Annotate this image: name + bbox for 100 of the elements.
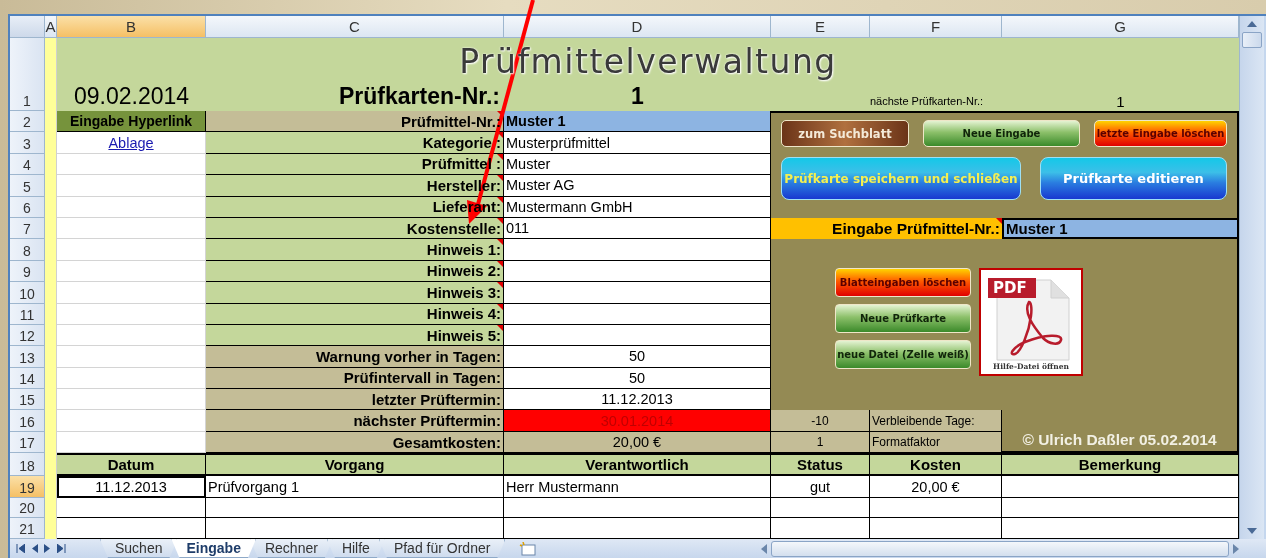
- row-header[interactable]: 11: [10, 303, 45, 325]
- column-header[interactable]: G: [1002, 16, 1239, 38]
- row-header[interactable]: 12: [10, 324, 45, 347]
- table-cell[interactable]: [206, 498, 504, 519]
- last-sheet-icon[interactable]: [57, 544, 66, 554]
- row-header[interactable]: 17: [10, 431, 45, 454]
- column-header[interactable]: B: [57, 16, 206, 38]
- table-cell[interactable]: [57, 518, 206, 540]
- previous-sheet-icon[interactable]: [31, 544, 38, 554]
- field-value[interactable]: [504, 303, 771, 325]
- field-value[interactable]: 50: [504, 346, 771, 368]
- macro-button[interactable]: neue Datei (Zelle weiß): [835, 340, 971, 370]
- remaining-label: Verbleibende Tage:: [870, 410, 1002, 432]
- row-header[interactable]: 7: [10, 217, 45, 240]
- field-label: Gesamtkosten:: [206, 431, 504, 454]
- row-header[interactable]: 9: [10, 260, 45, 283]
- copyright-text: © Ulrich Daßler 05.02.2014: [1002, 410, 1239, 454]
- row-header[interactable]: 21: [10, 518, 45, 540]
- pdf-badge: PDF: [988, 278, 1036, 299]
- column-header[interactable]: D: [504, 16, 771, 38]
- field-value[interactable]: 20,00 €: [504, 431, 771, 454]
- column-header[interactable]: E: [771, 16, 870, 38]
- table-cell[interactable]: [1002, 518, 1239, 540]
- field-label: Hinweis 3:: [206, 282, 504, 304]
- column-header[interactable]: F: [870, 16, 1002, 38]
- field-value[interactable]: 011: [504, 217, 771, 240]
- field-value[interactable]: Muster: [504, 153, 771, 176]
- row-header[interactable]: 5: [10, 175, 45, 197]
- hyperlink-heading: Eingabe Hyperlink: [57, 111, 206, 133]
- row-header[interactable]: 6: [10, 196, 45, 218]
- scroll-up-icon[interactable]: [1247, 21, 1257, 27]
- lookup-label: Eingabe Prüfmittel-Nr.:: [771, 217, 1002, 240]
- row-header[interactable]: 10: [10, 282, 45, 304]
- table-cell[interactable]: [1002, 476, 1239, 499]
- field-value[interactable]: Mustermann GmbH: [504, 196, 771, 218]
- table-cell[interactable]: [57, 498, 206, 519]
- remaining-value: 1: [771, 431, 870, 454]
- row-header[interactable]: 14: [10, 367, 45, 390]
- field-value[interactable]: Muster 1: [504, 111, 771, 133]
- scroll-right-icon[interactable]: [1233, 543, 1240, 554]
- row-header[interactable]: 19: [10, 476, 45, 499]
- macro-button[interactable]: letzte Eingabe löschen: [1094, 120, 1227, 147]
- table-cell[interactable]: Prüfvorgang 1: [206, 476, 504, 499]
- scroll-left-icon[interactable]: [760, 543, 767, 554]
- sheet-tab[interactable]: Eingabe: [171, 539, 256, 558]
- field-value[interactable]: [504, 282, 771, 304]
- column-heading: Bemerkung: [1002, 453, 1239, 477]
- first-sheet-icon[interactable]: [16, 544, 25, 554]
- row-header[interactable]: 3: [10, 132, 45, 154]
- row-header[interactable]: 16: [10, 410, 45, 432]
- table-cell[interactable]: [870, 498, 1002, 519]
- column-heading: Status: [771, 453, 870, 477]
- scroll-thumb[interactable]: [1242, 32, 1262, 48]
- row-header[interactable]: 8: [10, 239, 45, 261]
- field-label: Warnung vorher in Tagen:: [206, 346, 504, 368]
- column-heading: Verantwortlich: [504, 453, 771, 477]
- table-cell[interactable]: [504, 498, 771, 519]
- macro-button[interactable]: Neue Eingabe: [923, 120, 1080, 147]
- next-card-number-value: 1: [1116, 93, 1125, 111]
- sheet-tab[interactable]: Pfad für Ordner: [378, 539, 506, 558]
- table-cell[interactable]: [504, 518, 771, 540]
- row-header[interactable]: 20: [10, 498, 45, 519]
- lookup-field[interactable]: Muster 1: [1002, 217, 1239, 240]
- field-value[interactable]: [504, 239, 771, 261]
- field-value[interactable]: 11.12.2013: [504, 389, 771, 411]
- row-header[interactable]: 4: [10, 153, 45, 176]
- row-header[interactable]: 1: [10, 38, 45, 111]
- macro-button[interactable]: Blatteingaben löschen: [835, 268, 971, 298]
- table-cell[interactable]: 20,00 €: [870, 476, 1002, 499]
- column-heading: Datum: [57, 453, 206, 477]
- field-value[interactable]: [504, 324, 771, 347]
- macro-button[interactable]: zum Suchblatt: [781, 120, 909, 147]
- table-cell[interactable]: Herr Mustermann: [504, 476, 771, 499]
- next-sheet-icon[interactable]: [44, 544, 51, 554]
- field-label: Hinweis 4:: [206, 303, 504, 325]
- table-cell[interactable]: [771, 498, 870, 519]
- card-number-label: Prüfkarten-Nr.:: [338, 83, 501, 111]
- card-number-value: 1: [631, 83, 644, 111]
- table-cell[interactable]: [771, 518, 870, 540]
- field-value[interactable]: [504, 260, 771, 283]
- remaining-label: Formatfaktor: [870, 431, 1002, 454]
- table-cell[interactable]: gut: [771, 476, 870, 499]
- column-header[interactable]: A: [45, 16, 57, 38]
- row-header[interactable]: 15: [10, 389, 45, 411]
- vertical-scrollbar[interactable]: [1239, 16, 1264, 540]
- macro-button[interactable]: Neue Prüfkarte: [835, 304, 971, 334]
- column-header[interactable]: C: [206, 16, 504, 38]
- scroll-down-icon[interactable]: [1247, 528, 1257, 535]
- table-cell[interactable]: [870, 518, 1002, 540]
- table-cell[interactable]: [1002, 498, 1239, 519]
- table-cell[interactable]: [206, 518, 504, 540]
- row-header[interactable]: 13: [10, 346, 45, 368]
- field-value[interactable]: Muster AG: [504, 175, 771, 197]
- field-value[interactable]: 50: [504, 367, 771, 390]
- row-header[interactable]: 2: [10, 111, 45, 133]
- table-cell[interactable]: 11.12.2013: [57, 476, 206, 499]
- field-label: Kostenstelle:: [206, 217, 504, 240]
- horizontal-scrollbar[interactable]: [760, 539, 1240, 558]
- row-header[interactable]: 18: [10, 453, 45, 477]
- field-value[interactable]: Musterprüfmittel: [504, 132, 771, 154]
